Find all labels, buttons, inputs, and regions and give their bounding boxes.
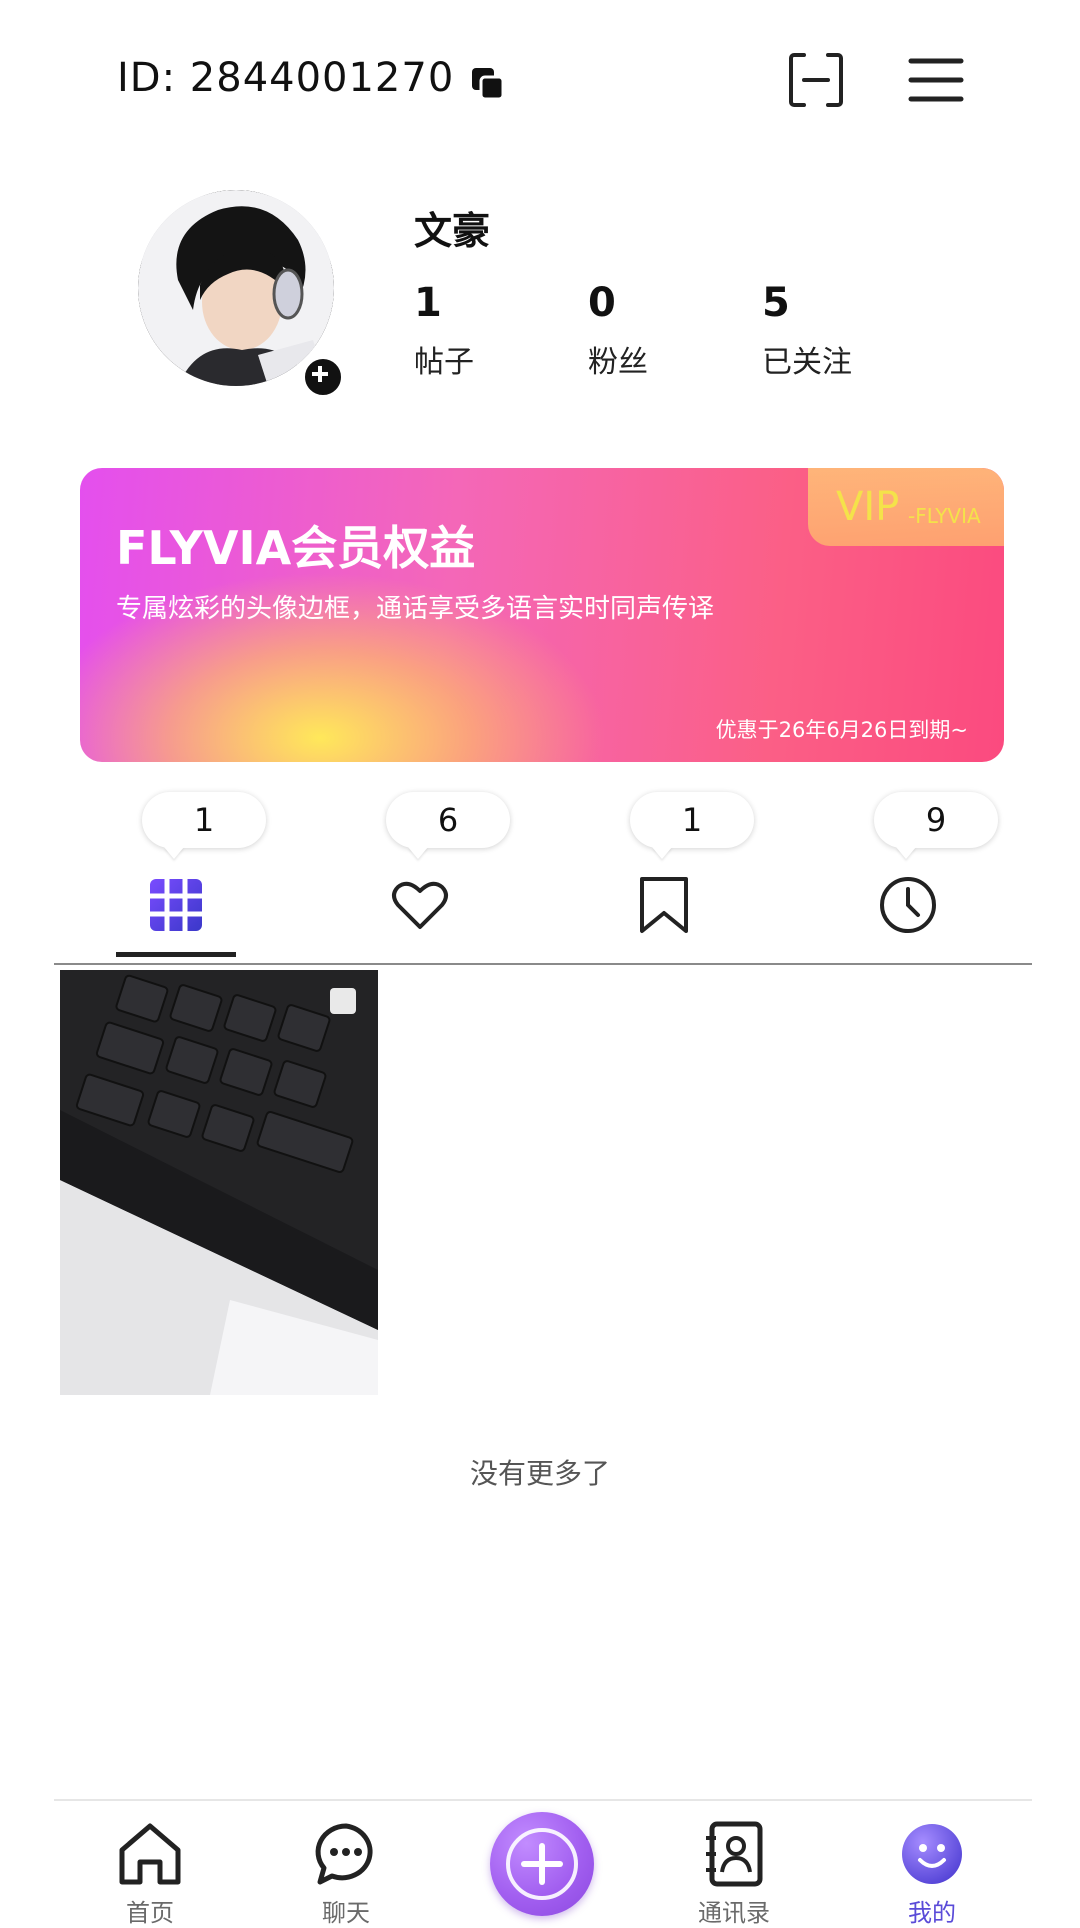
scan-button[interactable]: [788, 52, 844, 108]
username: 文豪: [414, 209, 491, 253]
plus-icon: [506, 1828, 578, 1900]
avatar[interactable]: [138, 190, 334, 386]
profile-face-icon: [902, 1824, 962, 1884]
vip-badge-subtext: -FLYVIA: [908, 504, 981, 528]
tab-likes[interactable]: [390, 875, 450, 935]
home-icon: [119, 1823, 181, 1885]
bottom-nav-divider: [54, 1799, 1032, 1801]
no-more-text: 没有更多了: [469, 1457, 610, 1490]
vip-title: FLYVIA会员权益: [116, 521, 476, 575]
following-label[interactable]: 已关注: [762, 337, 852, 381]
plus-icon: [312, 366, 328, 382]
menu-button[interactable]: [908, 55, 964, 105]
posts-count[interactable]: 1: [414, 280, 442, 326]
tab-count-bubble-posts: 1: [142, 792, 266, 848]
tab-count-bubble-likes: 6: [386, 792, 510, 848]
vip-badge: VIP -FLYVIA: [808, 468, 1004, 546]
following-count[interactable]: 5: [762, 280, 790, 326]
nav-contacts-label[interactable]: 通讯录: [674, 1893, 794, 1928]
grid-icon: [150, 879, 202, 931]
nav-home-label[interactable]: 首页: [90, 1893, 210, 1928]
user-id: ID: 2844001270: [117, 55, 455, 101]
nav-chat-label[interactable]: 聊天: [286, 1893, 406, 1928]
nav-me[interactable]: [898, 1820, 966, 1888]
tab-history[interactable]: [878, 875, 938, 935]
posts-label[interactable]: 帖子: [414, 337, 474, 381]
nav-contacts[interactable]: [700, 1820, 768, 1888]
followers-count[interactable]: 0: [588, 280, 616, 326]
scan-icon: [789, 53, 843, 107]
vip-expiry: 优惠于26年6月26日到期~: [715, 718, 968, 742]
vip-badge-text: VIP: [836, 484, 900, 530]
clock-icon: [880, 877, 936, 933]
avatar-add-button[interactable]: [302, 356, 344, 398]
nav-home[interactable]: [116, 1820, 184, 1888]
nav-me-label[interactable]: 我的: [872, 1893, 992, 1928]
vip-description: 专属炫彩的头像边框，通话享受多语言实时同声传译: [116, 594, 715, 624]
nav-chat[interactable]: [312, 1820, 380, 1888]
nav-create-button[interactable]: [490, 1812, 594, 1916]
contacts-icon: [706, 1821, 763, 1887]
heart-icon: [392, 881, 448, 929]
vip-membership-card[interactable]: VIP -FLYVIA FLYVIA会员权益 专属炫彩的头像边框，通话享受多语言…: [80, 468, 1004, 762]
followers-label[interactable]: 粉丝: [588, 337, 648, 381]
tab-count-bubble-history: 9: [874, 792, 998, 848]
copy-icon[interactable]: [470, 66, 506, 102]
chat-icon: [315, 1823, 373, 1885]
tab-saved[interactable]: [634, 875, 694, 935]
tabs-divider: [54, 963, 1032, 965]
tab-count-bubble-saved: 1: [630, 792, 754, 848]
menu-icon: [908, 58, 964, 102]
active-tab-indicator: [116, 952, 236, 957]
bookmark-icon: [640, 877, 688, 933]
tab-posts[interactable]: [146, 875, 206, 935]
post-thumbnail[interactable]: [60, 970, 378, 1395]
